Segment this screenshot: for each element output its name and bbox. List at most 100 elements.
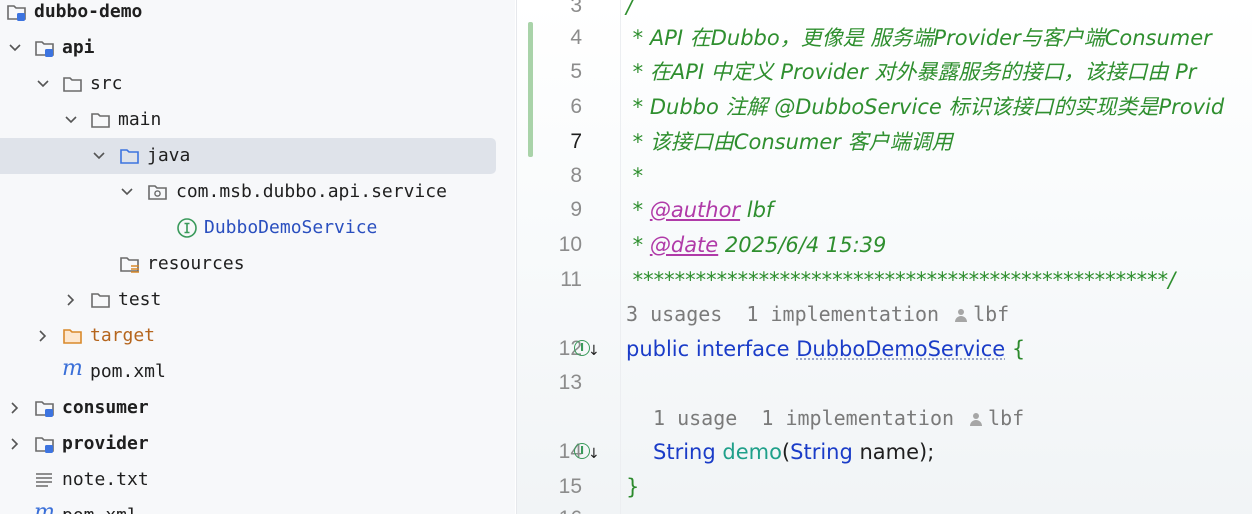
comment-text: lbf [740, 198, 774, 222]
code-line-5[interactable]: * 在API 中定义 Provider 对外暴露服务的接口，该接口由 Pr [626, 57, 1197, 87]
code-line-7[interactable]: * 该接口由Consumer 客户端调用 [626, 127, 953, 157]
line-number: 4 [570, 26, 582, 49]
tree-item-note-txt[interactable]: note.txt [0, 462, 515, 498]
module-folder-icon [35, 437, 54, 453]
tree-item-label: consumer [62, 397, 149, 418]
gutter-separator [620, 0, 621, 514]
folder-icon [91, 293, 110, 308]
author-icon [970, 412, 983, 427]
tree-item-main[interactable]: main [0, 102, 515, 138]
javadoc-tag: @author [649, 198, 741, 222]
implementations-hint[interactable]: 1 implementation [761, 406, 954, 430]
line-number: 10 [558, 233, 582, 256]
paren: ( [781, 440, 791, 464]
tree-item-label: java [147, 145, 191, 166]
comment-text: 2025/6/4 15:39 [718, 233, 887, 257]
line-number: 15 [558, 475, 582, 498]
chevron-down-icon[interactable] [8, 41, 22, 55]
type-name: String [790, 440, 853, 464]
chevron-right-icon[interactable] [36, 329, 50, 343]
tree-item-target[interactable]: target [0, 318, 515, 354]
module-folder-icon [35, 41, 54, 57]
line-number: 7 [570, 130, 582, 153]
tree-item-package[interactable]: com.msb.dubbo.api.service [0, 174, 515, 210]
tree-item-label: test [118, 289, 162, 310]
code-line-15[interactable]: } [626, 472, 639, 502]
code-editor[interactable]: 3 4 5 6 7 8 9 10 11 12 13 14 15 16 I↓ I↓… [516, 0, 1252, 514]
author-hint[interactable]: lbf [988, 406, 1024, 430]
tree-item-consumer[interactable]: consumer [0, 390, 515, 426]
tree-item-dubbo-demo-service[interactable]: DubboDemoService [0, 210, 515, 246]
chevron-down-icon[interactable] [92, 149, 106, 163]
tree-item-label: provider [62, 433, 149, 454]
comment-text: * [626, 198, 650, 222]
tree-item-src[interactable]: src [0, 66, 515, 102]
tree-item-dubbo-demo[interactable]: dubbo-demo [0, 0, 515, 30]
project-tree-panel: dubbo-demo api src main java com.msb.dub… [0, 0, 515, 514]
usages-hint[interactable]: 1 usage [653, 406, 737, 430]
code-line-12[interactable]: public interface DubboDemoService { [626, 334, 1025, 364]
code-line-4[interactable]: * API 在Dubbo，更像是 服务端Provider与客户端Consumer [626, 23, 1212, 53]
tree-item-test[interactable]: test [0, 282, 515, 318]
implemented-gutter-icon[interactable]: I ↓ [574, 338, 600, 362]
line-number: 6 [570, 95, 582, 118]
interface-name: DubboDemoService [796, 337, 1006, 361]
maven-icon: m [62, 356, 83, 381]
line-number: 16 [532, 504, 582, 514]
parameter-name: name [852, 440, 920, 464]
chevron-down-icon[interactable] [36, 77, 50, 91]
code-vision-hint[interactable]: 1 usage 1 implementation lbf [653, 403, 1024, 433]
code-line-6[interactable]: * Dubbo 注解 @DubboService 标识该接口的实现类是Provi… [626, 92, 1225, 122]
chevron-right-icon[interactable] [8, 437, 22, 451]
code-vision-hint[interactable]: 3 usages 1 implementation lbf [626, 299, 1009, 329]
line-number: 8 [570, 164, 582, 187]
excluded-folder-icon [63, 329, 82, 344]
line-number: 13 [558, 371, 582, 394]
code-line-8[interactable]: * [626, 161, 644, 191]
interface-icon [177, 218, 197, 238]
method-name: demo [722, 440, 782, 464]
tree-item-label: resources [147, 253, 245, 274]
tree-item-label: target [90, 325, 156, 346]
tree-item-label: main [118, 109, 162, 130]
chevron-right-icon[interactable] [64, 293, 78, 307]
implemented-gutter-icon[interactable]: I ↓ [574, 441, 600, 465]
open-brace: { [1005, 337, 1026, 361]
tree-item-label: src [90, 73, 123, 94]
resources-folder-icon [120, 257, 139, 273]
tree-item-label: note.txt [62, 469, 149, 490]
tree-item-label: DubboDemoService [204, 217, 378, 238]
package-icon [148, 185, 167, 200]
tree-item-label: pom.xml [62, 505, 138, 514]
code-line-11[interactable]: ****************************************… [626, 265, 1176, 295]
code-line-9[interactable]: * @author lbf [626, 195, 774, 225]
tree-item-pom-xml-root[interactable]: m pom.xml [0, 498, 515, 514]
code-line-3[interactable]: / [626, 0, 633, 21]
implementations-hint[interactable]: 1 implementation [746, 302, 939, 326]
tree-item-pom-xml[interactable]: m pom.xml [0, 354, 515, 390]
tree-item-resources[interactable]: resources [0, 246, 515, 282]
tree-item-label: dubbo-demo [34, 1, 143, 22]
author-icon [955, 308, 968, 323]
panel-divider[interactable] [516, 0, 517, 514]
line-number: 9 [570, 198, 582, 221]
tree-item-label: pom.xml [90, 361, 166, 382]
module-folder-icon [35, 401, 54, 417]
text-file-icon [36, 473, 52, 487]
chevron-down-icon[interactable] [64, 113, 78, 127]
maven-icon: m [34, 500, 55, 514]
code-line-14[interactable]: String demo(String name); [653, 437, 934, 467]
tree-item-provider[interactable]: provider [0, 426, 515, 462]
comment-text: * [626, 233, 650, 257]
tree-item-api[interactable]: api [0, 30, 515, 66]
chevron-right-icon[interactable] [8, 401, 22, 415]
chevron-down-icon[interactable] [120, 185, 134, 199]
module-folder-icon [7, 5, 26, 21]
usages-hint[interactable]: 3 usages [626, 302, 722, 326]
code-line-10[interactable]: * @date 2025/6/4 15:39 [626, 230, 887, 260]
author-hint[interactable]: lbf [973, 302, 1009, 326]
folder-icon [91, 113, 110, 128]
tree-item-java[interactable]: java [0, 138, 496, 174]
tree-item-label: api [62, 37, 95, 58]
folder-icon [63, 77, 82, 92]
